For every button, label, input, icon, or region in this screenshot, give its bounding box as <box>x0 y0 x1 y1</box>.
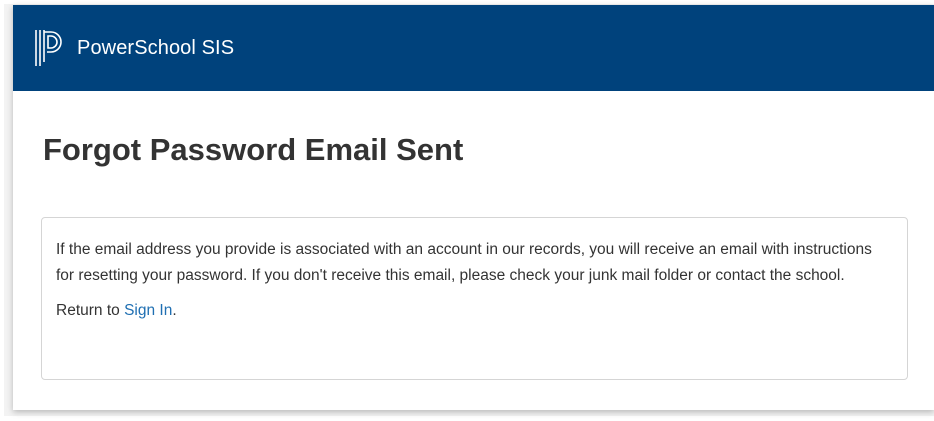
page-title: Forgot Password Email Sent <box>43 132 464 167</box>
confirmation-message: If the email address you provide is asso… <box>56 241 872 284</box>
sign-in-link[interactable]: Sign In <box>124 302 172 319</box>
app-name[interactable]: PowerSchool SIS <box>77 37 234 60</box>
message-panel: If the email address you provide is asso… <box>41 217 908 380</box>
return-suffix: . <box>172 302 177 319</box>
return-prefix: Return to <box>56 302 120 319</box>
content-card: PowerSchool SIS Forgot Password Email Se… <box>13 5 934 410</box>
app-header: PowerSchool SIS <box>13 5 934 91</box>
powerschool-logo-icon[interactable] <box>33 26 69 70</box>
page: PowerSchool SIS Forgot Password Email Se… <box>0 0 934 421</box>
return-line: Return to Sign In. <box>56 298 893 324</box>
